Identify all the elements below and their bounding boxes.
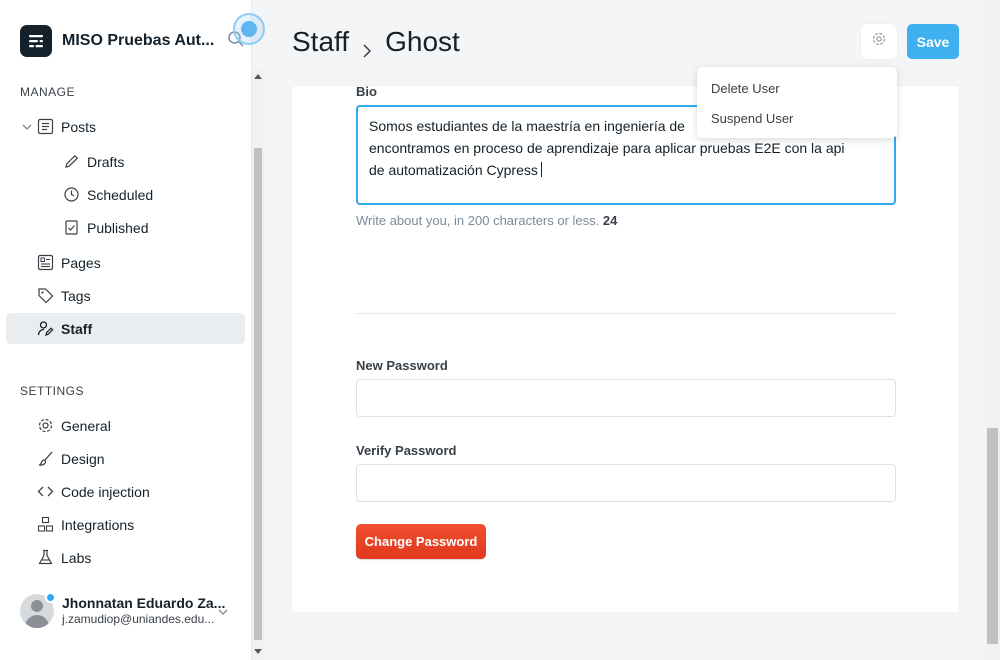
- settings-heading: SETTINGS: [20, 384, 85, 398]
- delete-user-menu-item[interactable]: Delete User: [711, 81, 780, 96]
- save-button[interactable]: Save: [907, 24, 959, 59]
- sidebar-item-design[interactable]: Design: [6, 443, 245, 474]
- sidebar-item-integrations[interactable]: Integrations: [6, 509, 245, 540]
- pencil-icon: [62, 153, 80, 171]
- tag-icon: [36, 287, 54, 305]
- sidebar-item-label: Scheduled: [87, 186, 154, 203]
- breadcrumb-staff-link[interactable]: Staff: [292, 26, 349, 58]
- sidebar: MISO Pruebas Aut... MANAGE Posts Drafts …: [0, 0, 265, 660]
- sidebar-item-label: Drafts: [87, 153, 125, 170]
- scroll-down-icon[interactable]: [254, 649, 262, 654]
- manage-heading: MANAGE: [20, 85, 76, 99]
- sidebar-item-drafts[interactable]: Drafts: [6, 146, 245, 177]
- suspend-user-menu-item[interactable]: Suspend User: [711, 111, 793, 126]
- sidebar-item-label: Tags: [61, 287, 91, 304]
- integrations-icon: [36, 516, 54, 534]
- site-title: MISO Pruebas Aut...: [62, 32, 215, 49]
- user-email: j.zamudiop@uniandes.edu...: [62, 612, 215, 626]
- bio-line: encontramos en proceso de aprendizaje pa…: [369, 140, 845, 156]
- scroll-up-icon[interactable]: [254, 74, 262, 79]
- divider: [356, 313, 896, 314]
- sidebar-item-label: General: [61, 417, 111, 434]
- bio-line: de automatización Cypress: [369, 159, 883, 181]
- bio-char-count: 24: [602, 213, 618, 228]
- sidebar-scrollbar[interactable]: [252, 70, 264, 660]
- sidebar-item-staff[interactable]: Staff: [6, 313, 245, 344]
- pages-icon: [36, 254, 54, 272]
- verify-password-input[interactable]: [356, 464, 896, 502]
- notification-dot: [45, 592, 56, 603]
- sidebar-item-code-injection[interactable]: Code injection: [6, 476, 245, 507]
- brush-icon: [36, 450, 54, 468]
- page-title: Ghost: [385, 26, 460, 57]
- sidebar-item-published[interactable]: Published: [6, 212, 245, 243]
- chevron-down-icon[interactable]: [218, 604, 228, 615]
- text-cursor: [540, 162, 542, 177]
- staff-icon: [36, 320, 54, 338]
- brand[interactable]: MISO Pruebas Aut...: [20, 24, 214, 58]
- clock-icon: [62, 186, 80, 204]
- posts-icon: [36, 118, 54, 136]
- chevron-right-icon: [359, 34, 375, 58]
- sidebar-item-label: Code injection: [61, 483, 150, 500]
- gear-icon: [36, 417, 54, 435]
- main-scrollbar[interactable]: [985, 0, 1000, 660]
- sidebar-item-label: Design: [61, 450, 105, 467]
- user-name: Jhonnatan Eduardo Za...: [62, 595, 226, 611]
- breadcrumb: Staff Ghost: [292, 24, 460, 60]
- sidebar-item-label: Pages: [61, 254, 101, 271]
- sidebar-item-tags[interactable]: Tags: [6, 280, 245, 311]
- flask-icon: [36, 549, 54, 567]
- bio-label: Bio: [356, 84, 377, 99]
- chevron-down-icon[interactable]: [18, 118, 36, 136]
- scrollbar-thumb[interactable]: [987, 428, 998, 644]
- gear-icon: [871, 31, 887, 52]
- change-password-button[interactable]: Change Password: [356, 524, 486, 559]
- bio-hint: Write about you, in 200 characters or le…: [356, 213, 618, 228]
- sidebar-item-labs[interactable]: Labs: [6, 542, 245, 573]
- sidebar-item-general[interactable]: General: [6, 410, 245, 441]
- user-menu[interactable]: Jhonnatan Eduardo Za... j.zamudiop@unian…: [20, 590, 240, 634]
- new-password-input[interactable]: [356, 379, 896, 417]
- new-password-label: New Password: [356, 358, 448, 373]
- user-actions-dropdown: Delete User Suspend User: [697, 67, 897, 138]
- sidebar-item-scheduled[interactable]: Scheduled: [6, 179, 245, 210]
- sidebar-item-posts[interactable]: Posts: [6, 111, 245, 142]
- sidebar-item-label: Staff: [61, 320, 93, 337]
- sidebar-item-label: Integrations: [61, 516, 135, 533]
- sidebar-item-pages[interactable]: Pages: [6, 247, 245, 278]
- sidebar-item-label: Published: [87, 219, 149, 236]
- scrollbar-thumb[interactable]: [254, 148, 262, 640]
- user-actions-button[interactable]: [861, 24, 897, 59]
- ghost-logo-icon: [20, 25, 52, 57]
- sidebar-item-label: Posts: [61, 118, 97, 135]
- verify-password-label: Verify Password: [356, 443, 457, 458]
- published-icon: [62, 219, 80, 237]
- cursor-indicator: [233, 13, 265, 45]
- sidebar-item-label: Labs: [61, 549, 92, 566]
- code-icon: [36, 483, 54, 501]
